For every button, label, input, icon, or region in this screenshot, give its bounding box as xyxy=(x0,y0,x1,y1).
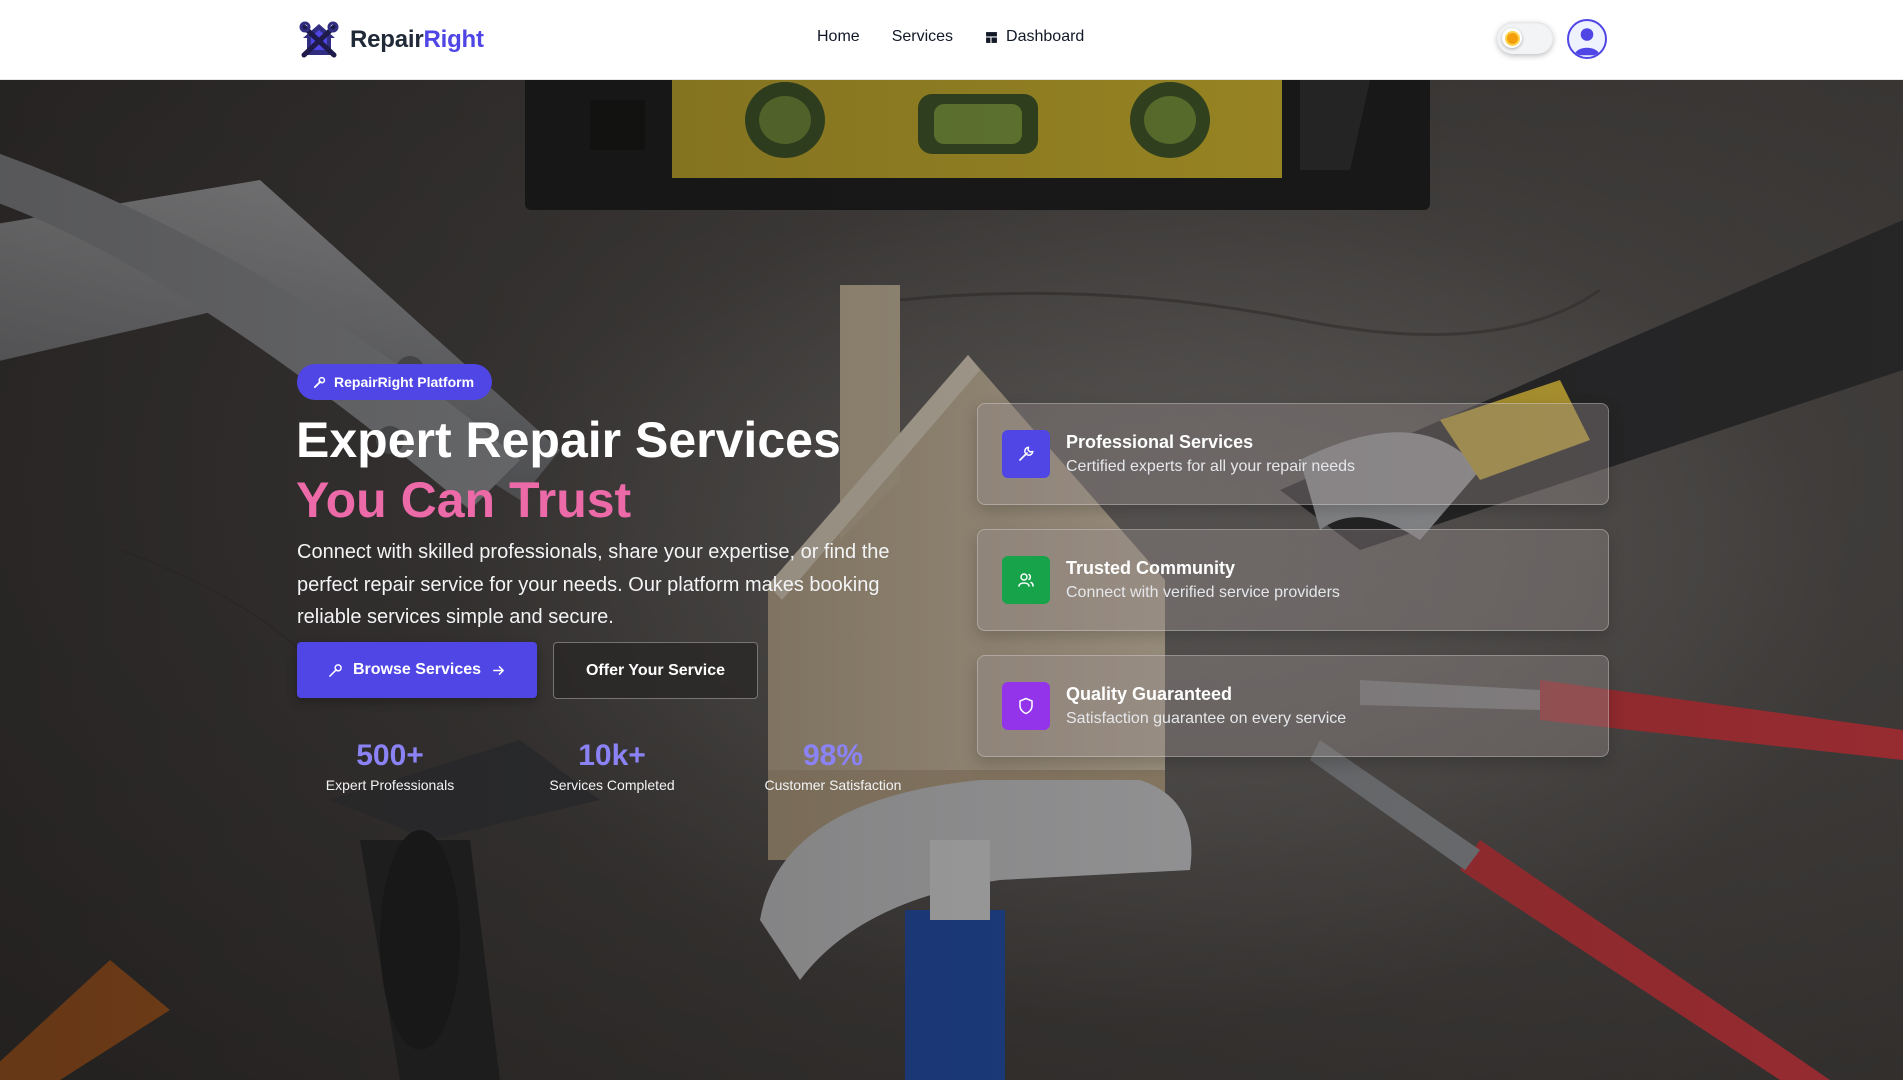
wrench-icon xyxy=(329,663,342,677)
user-avatar[interactable] xyxy=(1567,19,1607,59)
feature-card-trusted-community[interactable]: Trusted Community Connect with verified … xyxy=(977,529,1609,631)
stat-value: 500+ xyxy=(356,739,424,772)
hero-overlay xyxy=(0,80,1903,1080)
wrench-icon xyxy=(313,376,326,388)
hero-title-line2: You Can Trust xyxy=(296,472,632,528)
sun-icon xyxy=(1506,32,1518,44)
dashboard-icon xyxy=(986,31,997,43)
feature-card-description: Certified experts for all your repair ne… xyxy=(1066,458,1356,475)
stat-value: 98% xyxy=(802,739,864,772)
stat-value: 10k+ xyxy=(578,739,646,772)
feature-card-title: Trusted Community xyxy=(1066,558,1236,578)
browse-services-button[interactable]: Browse Services xyxy=(297,642,537,698)
feature-card-professional-services[interactable]: Professional Services Certified experts … xyxy=(977,403,1609,505)
logo-house-tools-icon xyxy=(299,21,339,58)
wrench-icon xyxy=(1002,430,1050,478)
stat-item: 500+ Expert Professionals xyxy=(290,738,490,794)
feature-card-description: Connect with verified service providers xyxy=(1066,584,1340,601)
user-icon xyxy=(1574,28,1600,56)
feature-card-text: Quality Guaranteed Satisfaction guarante… xyxy=(1066,682,1346,730)
stat-item: 10k+ Services Completed xyxy=(512,738,712,794)
theme-toggle[interactable] xyxy=(1497,22,1553,54)
feature-card-text: Trusted Community Connect with verified … xyxy=(1066,556,1340,604)
hero-title: Expert Repair Services You Can Trust xyxy=(296,410,841,530)
feature-card-title: Professional Services xyxy=(1066,432,1254,452)
browse-services-label: Browse Services xyxy=(352,661,482,678)
users-icon xyxy=(1002,556,1050,604)
offer-service-button[interactable]: Offer Your Service xyxy=(553,642,758,699)
feature-card-quality-guaranteed[interactable]: Quality Guaranteed Satisfaction guarante… xyxy=(977,655,1609,757)
stat-label: Expert Professionals xyxy=(325,777,455,793)
hero-section xyxy=(0,80,1903,1080)
main-nav: Home Services Dashboard xyxy=(817,28,1084,46)
platform-badge-label: RepairRight Platform xyxy=(334,374,475,390)
stat-label: Services Completed xyxy=(549,777,675,793)
shield-icon xyxy=(1002,682,1050,730)
hero-description: Connect with skilled professionals, shar… xyxy=(297,541,890,628)
stat-item: 98% Customer Satisfaction xyxy=(733,738,933,794)
brand-logo[interactable]: RepairRight xyxy=(298,18,484,62)
navbar: RepairRight Home Services Dashboard xyxy=(0,0,1903,80)
nav-dashboard[interactable]: Dashboard xyxy=(985,28,1084,46)
hero-title-line1: Expert Repair Services xyxy=(296,412,841,468)
stat-label: Customer Satisfaction xyxy=(764,777,902,793)
brand-name: RepairRight xyxy=(350,26,484,53)
feature-card-description: Satisfaction guarantee on every service xyxy=(1066,710,1347,727)
nav-home[interactable]: Home xyxy=(817,28,860,46)
nav-services[interactable]: Services xyxy=(892,28,953,46)
feature-card-text: Professional Services Certified experts … xyxy=(1066,430,1355,478)
arrow-right-icon xyxy=(493,665,504,675)
feature-card-title: Quality Guaranteed xyxy=(1066,684,1233,704)
nav-dashboard-label: Dashboard xyxy=(1006,28,1085,45)
platform-badge: RepairRight Platform xyxy=(297,364,493,400)
toggle-knob xyxy=(1502,28,1522,48)
